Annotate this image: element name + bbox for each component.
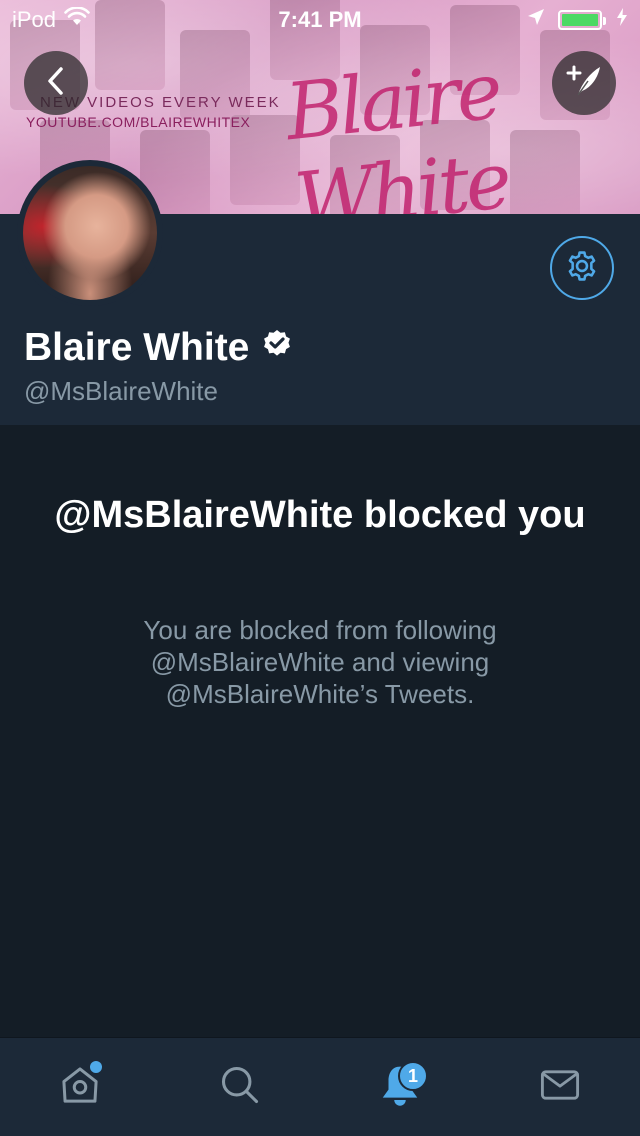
carrier-label: iPod (12, 7, 57, 32)
location-arrow-icon (526, 7, 546, 33)
back-button[interactable] (24, 51, 88, 115)
tab-messages[interactable] (520, 1047, 600, 1127)
compose-feather-icon (564, 63, 604, 104)
compose-tweet-button[interactable] (552, 51, 616, 115)
blocked-description: You are blocked from following @MsBlaire… (143, 615, 497, 709)
notification-count-badge: 1 (398, 1061, 428, 1091)
search-icon (218, 1063, 262, 1112)
tab-bar: 1 (0, 1037, 640, 1136)
tab-notifications[interactable]: 1 (360, 1047, 440, 1127)
avatar-photo (23, 166, 157, 300)
tab-home[interactable] (40, 1047, 120, 1127)
display-name-text: Blaire White (24, 326, 250, 369)
battery-level (562, 14, 598, 26)
charging-bolt-icon (616, 7, 628, 33)
home-new-content-dot (90, 1061, 102, 1073)
wifi-icon (64, 6, 90, 33)
mail-icon (538, 1063, 582, 1112)
chevron-left-icon (44, 66, 68, 101)
gear-icon (565, 249, 599, 288)
profile-display-name: Blaire White (24, 326, 293, 370)
tab-search[interactable] (200, 1047, 280, 1127)
profile-settings-button[interactable] (550, 236, 614, 300)
status-bar: iPod 7:41 PM (0, 0, 640, 40)
verified-badge-icon (261, 326, 293, 370)
blocked-title: @MsBlaireWhite blocked you (54, 494, 586, 536)
battery-icon (558, 10, 606, 30)
profile-handle: @MsBlaireWhite (24, 376, 218, 406)
banner-promo-url: YOUTUBE.COM/BLAIREWHITEX (26, 114, 251, 130)
avatar[interactable] (17, 160, 163, 306)
